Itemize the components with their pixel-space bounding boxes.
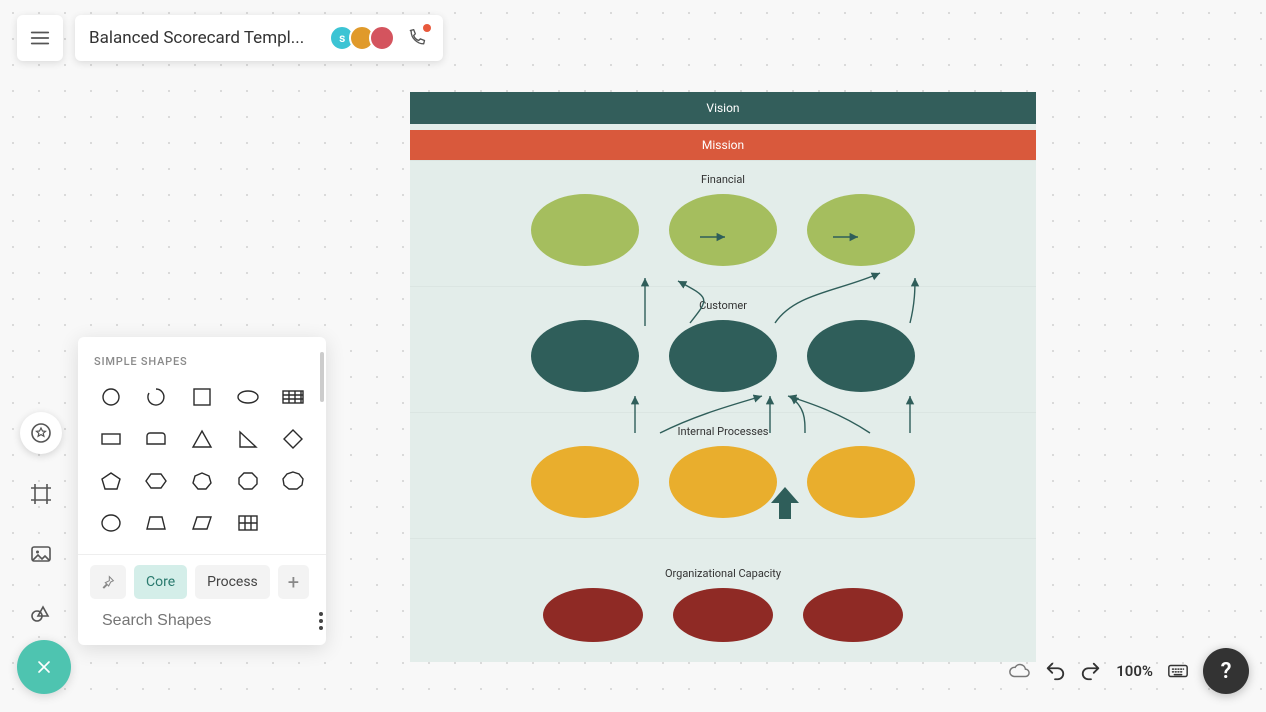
search-more-button[interactable] xyxy=(319,612,323,630)
shape-ring[interactable] xyxy=(90,504,132,542)
shape-heptagon[interactable] xyxy=(181,462,223,500)
document-title[interactable]: Balanced Scorecard Templ... xyxy=(89,28,304,48)
customer-node[interactable] xyxy=(531,320,639,392)
financial-node[interactable] xyxy=(669,194,777,266)
shape-rectangle[interactable] xyxy=(90,420,132,458)
shape-nonagon[interactable] xyxy=(272,462,314,500)
section-label: Customer xyxy=(410,299,1036,312)
image-tool-button[interactable] xyxy=(21,534,61,574)
financial-node[interactable] xyxy=(807,194,915,266)
org-node[interactable] xyxy=(673,588,773,642)
image-icon xyxy=(29,542,53,566)
shape-hexagon[interactable] xyxy=(136,462,178,500)
customer-node[interactable] xyxy=(669,320,777,392)
frame-tool-button[interactable] xyxy=(21,474,61,514)
shapes-tool-button[interactable] xyxy=(20,412,62,454)
shape-arc[interactable] xyxy=(136,378,178,416)
vision-band[interactable]: Vision xyxy=(410,92,1036,124)
redo-button[interactable] xyxy=(1080,660,1102,682)
undo-button[interactable] xyxy=(1044,660,1066,682)
help-button[interactable]: ? xyxy=(1203,648,1249,694)
scrollbar[interactable] xyxy=(320,352,324,402)
notification-dot xyxy=(423,24,431,32)
hamburger-icon xyxy=(29,27,51,49)
tab-add[interactable]: + xyxy=(278,565,309,599)
shape-grid[interactable] xyxy=(227,504,269,542)
financial-node[interactable] xyxy=(531,194,639,266)
call-button[interactable] xyxy=(405,26,429,50)
process-node[interactable] xyxy=(531,446,639,518)
shapes-combo-tool-button[interactable] xyxy=(21,594,61,634)
redo-icon xyxy=(1080,660,1102,682)
section-label: Financial xyxy=(410,173,1036,186)
left-toolbar xyxy=(20,412,62,634)
shape-blank[interactable] xyxy=(272,504,314,542)
shape-card[interactable] xyxy=(136,420,178,458)
scorecard-diagram[interactable]: Vision Mission Financial Customer Intern… xyxy=(410,92,1036,662)
tab-process[interactable]: Process xyxy=(195,565,270,599)
zoom-level[interactable]: 100% xyxy=(1116,662,1153,680)
keyboard-button[interactable] xyxy=(1167,660,1189,682)
shape-trapezoid[interactable] xyxy=(136,504,178,542)
title-bar: Balanced Scorecard Templ... s xyxy=(75,15,443,61)
shape-parallelogram[interactable] xyxy=(181,504,223,542)
frame-icon xyxy=(29,482,53,506)
status-bar: 100% ? xyxy=(1008,648,1249,694)
section-label: Internal Processes xyxy=(410,425,1036,438)
star-shape-icon xyxy=(29,421,53,445)
top-header: Balanced Scorecard Templ... s xyxy=(17,15,443,61)
search-input[interactable] xyxy=(102,612,309,630)
shapes-panel: SIMPLE SHAPES Core Process + xyxy=(78,337,326,645)
close-panel-button[interactable] xyxy=(17,640,71,694)
shapes-combo-icon xyxy=(29,602,53,626)
cloud-sync-button[interactable] xyxy=(1008,660,1030,682)
process-node[interactable] xyxy=(669,446,777,518)
shape-right-triangle[interactable] xyxy=(227,420,269,458)
shape-category-tabs: Core Process + xyxy=(78,554,326,599)
mission-band[interactable]: Mission xyxy=(410,130,1036,160)
close-icon xyxy=(34,657,54,677)
shape-pentagon[interactable] xyxy=(90,462,132,500)
shape-octagon[interactable] xyxy=(227,462,269,500)
up-arrow-icon xyxy=(767,485,803,521)
shape-grid xyxy=(78,378,326,550)
section-internal: Internal Processes xyxy=(410,412,1036,538)
shape-table[interactable] xyxy=(272,378,314,416)
pin-icon xyxy=(100,574,116,590)
pin-tab[interactable] xyxy=(90,565,126,599)
keyboard-icon xyxy=(1167,660,1189,682)
collaborators: s xyxy=(329,25,429,51)
org-node[interactable] xyxy=(543,588,643,642)
shape-triangle[interactable] xyxy=(181,420,223,458)
section-financial: Financial xyxy=(410,160,1036,286)
cloud-icon xyxy=(1008,660,1030,682)
avatar-stack[interactable]: s xyxy=(329,25,395,51)
shapes-section-title: SIMPLE SHAPES xyxy=(78,337,326,378)
customer-node[interactable] xyxy=(807,320,915,392)
section-customer: Customer xyxy=(410,286,1036,412)
section-label: Organizational Capacity xyxy=(410,567,1036,580)
shape-square[interactable] xyxy=(181,378,223,416)
shape-search-row xyxy=(78,599,326,645)
org-node[interactable] xyxy=(803,588,903,642)
process-node[interactable] xyxy=(807,446,915,518)
avatar[interactable] xyxy=(369,25,395,51)
section-organizational: Organizational Capacity xyxy=(410,538,1036,662)
shape-ellipse[interactable] xyxy=(227,378,269,416)
undo-icon xyxy=(1044,660,1066,682)
shape-diamond[interactable] xyxy=(272,420,314,458)
shape-circle[interactable] xyxy=(90,378,132,416)
tab-core[interactable]: Core xyxy=(134,565,187,599)
hamburger-menu-button[interactable] xyxy=(17,15,63,61)
